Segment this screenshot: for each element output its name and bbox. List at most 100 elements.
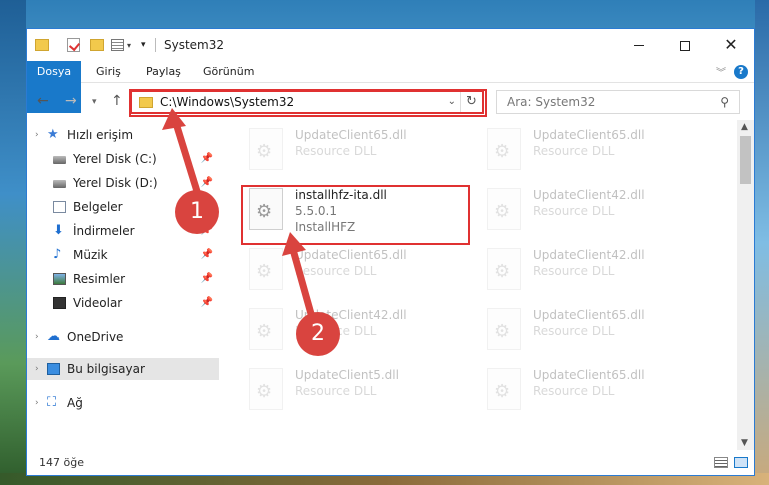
status-bar: 147 öğe xyxy=(27,451,754,475)
sidebar-item-label: Yerel Disk (C:) xyxy=(73,152,157,166)
file-item[interactable]: UpdateClient65.dll Resource DLL xyxy=(479,124,709,176)
title-separator xyxy=(155,38,156,52)
new-folder-icon[interactable] xyxy=(90,39,104,51)
tab-home[interactable]: Giriş xyxy=(96,61,121,83)
sidebar-item-label: Resimler xyxy=(73,272,126,286)
search-placeholder[interactable]: Ara: System32 xyxy=(507,95,595,109)
details-view-icon[interactable] xyxy=(714,457,728,468)
videos-icon xyxy=(53,297,66,309)
file-description: Resource DLL xyxy=(533,144,615,158)
item-count: 147 öğe xyxy=(39,456,84,469)
close-button[interactable]: ✕ xyxy=(708,29,754,61)
file-name: UpdateClient65.dll xyxy=(295,128,407,142)
file-item[interactable]: UpdateClient42.dll Resource DLL xyxy=(479,244,709,296)
title-bar: ▾ ▾ System32 ✕ xyxy=(27,29,754,61)
dll-file-icon xyxy=(249,368,283,410)
sidebar-item-pictures[interactable]: Resimler 📌 xyxy=(27,268,219,290)
sidebar-item-onedrive[interactable]: › ☁ OneDrive xyxy=(27,326,219,348)
pin-icon[interactable]: 📌 xyxy=(201,244,213,266)
dll-file-icon xyxy=(487,188,521,230)
folder-icon xyxy=(35,39,49,51)
dll-file-icon xyxy=(487,248,521,290)
file-name: UpdateClient65.dll xyxy=(533,368,645,382)
forward-button[interactable]: → xyxy=(65,93,77,109)
ribbon-tabs: Dosya Giriş Paylaş Görünüm ︾ ? xyxy=(27,61,754,113)
back-button[interactable]: ← xyxy=(37,93,49,109)
sidebar-item-label: Ağ xyxy=(67,396,83,410)
expand-ribbon-icon[interactable]: ︾ xyxy=(716,64,726,79)
sidebar-item-label: Hızlı erişim xyxy=(67,128,134,142)
expand-arrow-icon[interactable]: › xyxy=(35,124,39,146)
pin-icon[interactable]: 📌 xyxy=(201,268,213,290)
scroll-thumb[interactable] xyxy=(740,136,751,184)
file-item[interactable]: UpdateClient65.dll Resource DLL xyxy=(241,244,471,296)
tab-share[interactable]: Paylaş xyxy=(146,61,181,83)
cloud-icon: ☁ xyxy=(47,329,60,344)
dll-file-icon xyxy=(487,308,521,350)
file-name: UpdateClient42.dll xyxy=(533,188,645,202)
network-icon: ⛶ xyxy=(47,395,57,410)
minimize-button[interactable] xyxy=(616,29,662,61)
file-item[interactable]: UpdateClient5.dll Resource DLL xyxy=(241,364,471,416)
help-icon[interactable]: ? xyxy=(734,65,748,79)
downloads-icon: ⬇ xyxy=(53,223,64,238)
desktop-background-right xyxy=(755,0,769,485)
large-icons-view-icon[interactable] xyxy=(734,457,748,468)
scroll-up-icon[interactable]: ▲ xyxy=(741,122,748,132)
computer-icon xyxy=(47,363,60,375)
step-badge-1: 1 xyxy=(175,190,219,234)
sidebar-item-label: OneDrive xyxy=(67,330,124,344)
disk-icon xyxy=(53,180,66,188)
file-name: UpdateClient65.dll xyxy=(533,128,645,142)
file-description: Resource DLL xyxy=(533,204,615,218)
tab-view[interactable]: Görünüm xyxy=(203,61,254,83)
file-description: Resource DLL xyxy=(533,384,615,398)
step-badge-2: 2 xyxy=(296,312,340,356)
file-highlight-box xyxy=(241,185,470,245)
disk-icon xyxy=(53,156,66,164)
music-icon: ♪ xyxy=(53,247,62,262)
file-item[interactable]: UpdateClient65.dll Resource DLL xyxy=(241,124,471,176)
dll-file-icon xyxy=(249,248,283,290)
sidebar-item-label: Bu bilgisayar xyxy=(67,362,145,376)
file-item[interactable]: UpdateClient42.dll Resource DLL xyxy=(241,304,471,356)
sidebar-item-music[interactable]: ♪ Müzik 📌 xyxy=(27,244,219,266)
expand-arrow-icon[interactable]: › xyxy=(35,358,39,380)
expand-arrow-icon[interactable]: › xyxy=(35,326,39,348)
file-name: UpdateClient42.dll xyxy=(533,248,645,262)
sidebar-item-this-pc[interactable]: › Bu bilgisayar xyxy=(27,358,219,380)
sidebar-item-videos[interactable]: Videolar 📌 xyxy=(27,292,219,314)
pin-icon[interactable]: 📌 xyxy=(201,292,213,314)
search-icon[interactable]: ⚲ xyxy=(720,95,729,109)
sidebar-item-label: Videolar xyxy=(73,296,123,310)
window-title: System32 xyxy=(164,38,225,52)
quick-access-arrow-icon[interactable]: ▾ xyxy=(127,41,131,50)
properties-check-icon[interactable] xyxy=(67,38,80,52)
file-item[interactable]: UpdateClient65.dll Resource DLL xyxy=(479,304,709,356)
file-description: Resource DLL xyxy=(533,264,615,278)
sidebar-item-label: Müzik xyxy=(73,248,108,262)
search-box[interactable]: Ara: System32 ⚲ xyxy=(496,90,740,114)
sidebar-item-network[interactable]: › ⛶ Ağ xyxy=(27,392,219,414)
pictures-icon xyxy=(53,273,66,285)
recent-locations-button[interactable]: ▾ xyxy=(92,97,97,107)
file-item[interactable]: UpdateClient65.dll Resource DLL xyxy=(479,364,709,416)
customize-toolbar-icon[interactable]: ▾ xyxy=(141,40,146,50)
sidebar-item-label: Belgeler xyxy=(73,200,123,214)
rename-icon[interactable] xyxy=(111,39,124,51)
sidebar-item-label: İndirmeler xyxy=(73,224,135,238)
star-icon: ★ xyxy=(47,127,59,142)
maximize-icon xyxy=(680,40,690,51)
file-name: UpdateClient5.dll xyxy=(295,368,399,382)
vertical-scrollbar[interactable]: ▲ ▼ xyxy=(737,120,754,450)
scroll-down-icon[interactable]: ▼ xyxy=(741,438,748,448)
file-item[interactable]: UpdateClient42.dll Resource DLL xyxy=(479,184,709,236)
maximize-button[interactable] xyxy=(662,29,708,61)
expand-arrow-icon[interactable]: › xyxy=(35,392,39,414)
file-description: Resource DLL xyxy=(295,144,377,158)
desktop-background-left xyxy=(0,0,26,485)
minimize-icon xyxy=(634,45,644,46)
documents-icon xyxy=(53,201,66,213)
dll-file-icon xyxy=(249,308,283,350)
up-button[interactable]: ↑ xyxy=(111,93,123,109)
